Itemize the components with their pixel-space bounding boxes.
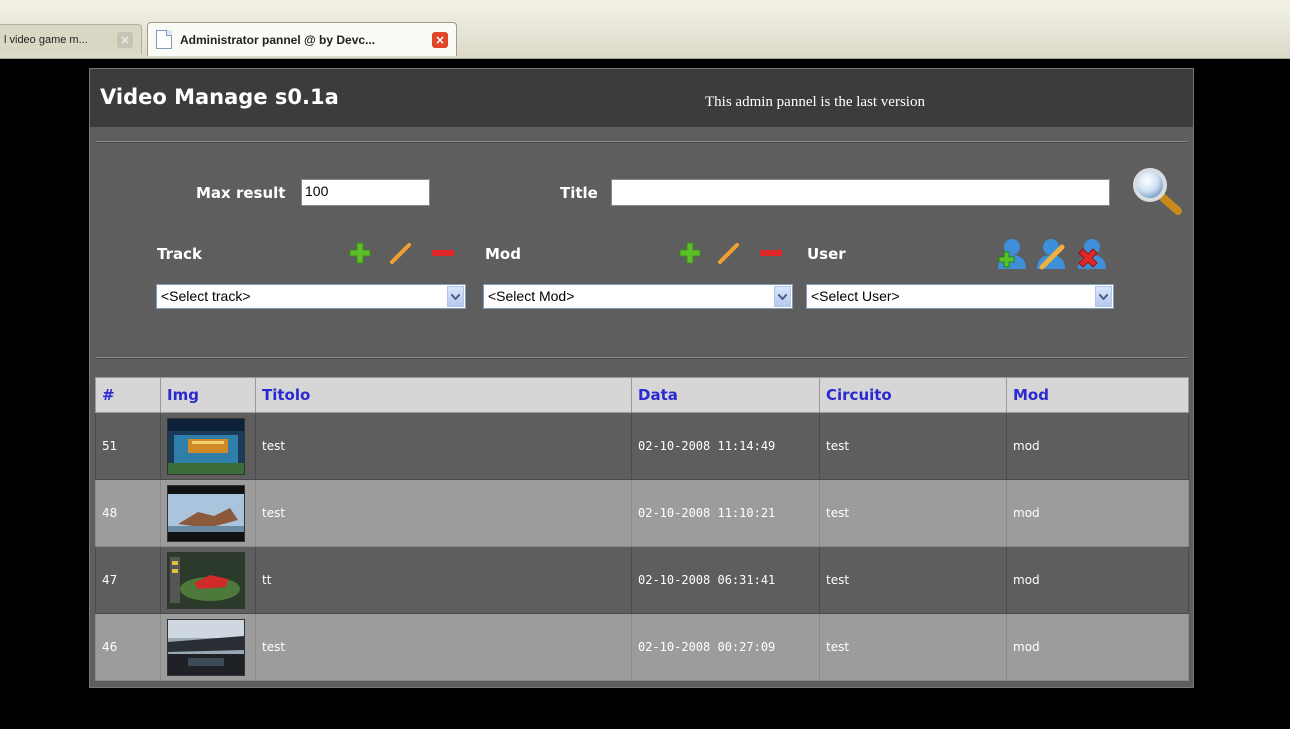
- cell-circuit: test: [819, 479, 1007, 547]
- cell-circuit: test: [819, 613, 1007, 681]
- column-header-date[interactable]: Data: [631, 377, 820, 413]
- divider: [96, 357, 1187, 359]
- plus-icon[interactable]: [347, 240, 373, 266]
- column-header-circuit[interactable]: Circuito: [819, 377, 1007, 413]
- cell-title: tt: [255, 546, 632, 614]
- table-row[interactable]: 47 tt 02-10-2008 06:31:41 test mod: [95, 546, 1189, 614]
- cell-mod: mod: [1006, 613, 1189, 681]
- tab-bar: l video game m... × Administrator pannel…: [0, 10, 1290, 59]
- cell-mod: mod: [1006, 412, 1189, 480]
- cell-circuit: test: [819, 412, 1007, 480]
- mod-select[interactable]: <Select Mod>: [483, 284, 793, 309]
- results-table: # Img Titolo Data Circuito Mod 51 test 0…: [95, 377, 1189, 681]
- tab-title: Administrator pannel @ by Devc...: [180, 32, 376, 47]
- plus-icon[interactable]: [677, 240, 703, 266]
- track-label: Track: [157, 245, 202, 263]
- tab-admin-panel[interactable]: Administrator pannel @ by Devc... ×: [147, 22, 457, 56]
- column-header-id[interactable]: #: [95, 377, 161, 413]
- cell-id: 48: [95, 479, 161, 547]
- cell-date: 02-10-2008 11:14:49: [631, 412, 820, 480]
- title-input[interactable]: [611, 179, 1110, 206]
- cell-id: 51: [95, 412, 161, 480]
- user-edit-icon[interactable]: [1034, 237, 1068, 271]
- video-thumbnail[interactable]: [167, 551, 245, 609]
- mod-select-value: <Select Mod>: [488, 288, 575, 304]
- table-row[interactable]: 46 test 02-10-2008 00:27:09 test mod: [95, 613, 1189, 681]
- cell-date: 02-10-2008 06:31:41: [631, 546, 820, 614]
- tab-title: l video game m...: [4, 33, 88, 46]
- close-icon[interactable]: ×: [432, 31, 448, 48]
- bookmarks-bar: [0, 0, 1290, 10]
- cell-date: 02-10-2008 00:27:09: [631, 613, 820, 681]
- admin-panel: Video Manage s0.1a This admin pannel is …: [89, 68, 1194, 688]
- divider: [96, 141, 1187, 143]
- magnifier-icon[interactable]: [1130, 165, 1184, 217]
- cell-id: 46: [95, 613, 161, 681]
- table-header-row: # Img Titolo Data Circuito Mod: [95, 377, 1189, 413]
- table-row[interactable]: 48 test 02-10-2008 11:10:21 test mod: [95, 479, 1189, 547]
- user-label: User: [807, 245, 846, 263]
- minus-icon[interactable]: [430, 240, 456, 266]
- version-note: This admin pannel is the last version: [705, 94, 925, 110]
- cell-mod: mod: [1006, 479, 1189, 547]
- cell-mod: mod: [1006, 546, 1189, 614]
- user-select[interactable]: <Select User>: [806, 284, 1114, 309]
- cell-circuit: test: [819, 546, 1007, 614]
- video-thumbnail[interactable]: [167, 618, 245, 676]
- close-icon[interactable]: ×: [117, 31, 133, 48]
- mod-label: Mod: [485, 245, 521, 263]
- page-title: Video Manage s0.1a: [100, 85, 339, 109]
- user-remove-icon[interactable]: [1075, 237, 1109, 271]
- chevron-down-icon[interactable]: [774, 286, 791, 307]
- column-header-mod[interactable]: Mod: [1006, 377, 1189, 413]
- cell-title: test: [255, 479, 632, 547]
- table-row[interactable]: 51 test 02-10-2008 11:14:49 test mod: [95, 412, 1189, 480]
- panel-header: Video Manage s0.1a This admin pannel is …: [90, 69, 1193, 127]
- cell-date: 02-10-2008 11:10:21: [631, 479, 820, 547]
- max-result-label: Max result: [196, 184, 286, 202]
- video-thumbnail[interactable]: [167, 417, 245, 475]
- track-select[interactable]: <Select track>: [156, 284, 466, 309]
- cell-title: test: [255, 412, 632, 480]
- video-thumbnail[interactable]: [167, 484, 245, 542]
- cell-title: test: [255, 613, 632, 681]
- column-header-title[interactable]: Titolo: [255, 377, 632, 413]
- cell-id: 47: [95, 546, 161, 614]
- user-add-icon[interactable]: [995, 237, 1029, 271]
- page-icon: [156, 30, 172, 49]
- tab-video-game[interactable]: l video game m... ×: [0, 24, 142, 54]
- chevron-down-icon[interactable]: [447, 286, 464, 307]
- pencil-icon[interactable]: [388, 240, 414, 266]
- pencil-icon[interactable]: [716, 240, 742, 266]
- user-select-value: <Select User>: [811, 288, 900, 304]
- minus-icon[interactable]: [758, 240, 784, 266]
- track-select-value: <Select track>: [161, 288, 251, 304]
- max-result-input[interactable]: 100: [301, 179, 430, 206]
- column-header-img[interactable]: Img: [160, 377, 256, 413]
- chevron-down-icon[interactable]: [1095, 286, 1112, 307]
- title-label: Title: [560, 184, 598, 202]
